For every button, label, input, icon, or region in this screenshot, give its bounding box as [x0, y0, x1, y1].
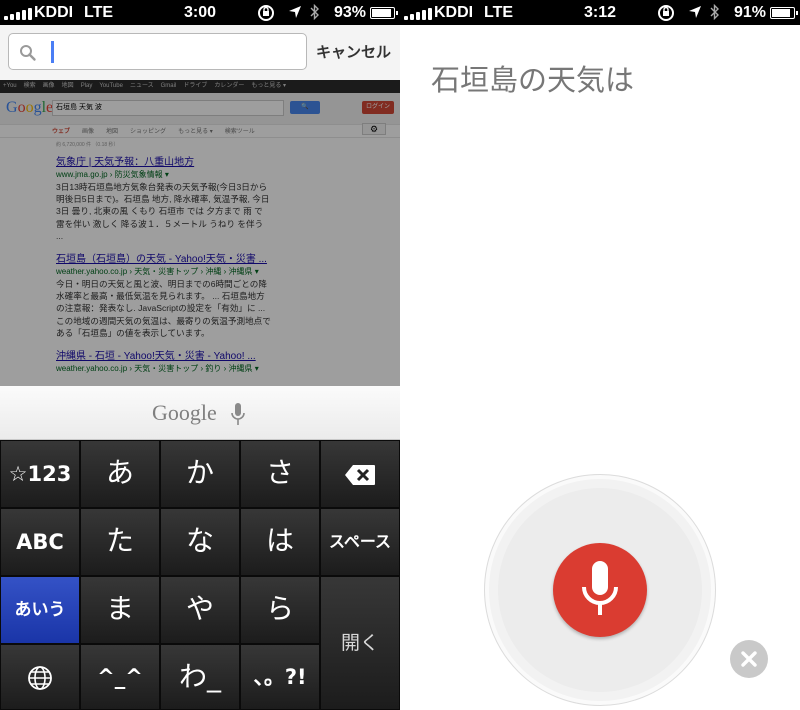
bluetooth-icon [710, 0, 720, 28]
right-screen: KDDI LTE 3:12 91% 石垣島の天気は [400, 0, 800, 710]
globe-icon [28, 666, 52, 690]
battery-icon [770, 7, 798, 19]
location-arrow-icon [688, 0, 702, 27]
globe-key[interactable] [0, 644, 80, 710]
key-kana-mode[interactable]: あいう [0, 576, 80, 644]
key-punctuation[interactable]: 、。?! [240, 644, 320, 710]
close-button[interactable] [730, 640, 768, 678]
location-arrow-icon [288, 0, 302, 27]
cancel-button[interactable]: キャンセル [316, 41, 391, 62]
microphone-icon[interactable] [231, 403, 245, 427]
battery-percent: 91% [733, 4, 766, 21]
microphone-icon [582, 561, 618, 615]
key-symbols-123[interactable]: ☆123 [0, 440, 80, 508]
battery-icon [370, 7, 398, 19]
google-wordmark: Google [152, 400, 217, 425]
status-bar: KDDI LTE 3:00 93% [0, 0, 400, 25]
text-cursor [51, 41, 54, 63]
close-icon [741, 651, 757, 667]
battery-percent: 93% [333, 4, 366, 21]
search-header: キャンセル [0, 25, 400, 80]
search-input[interactable] [8, 33, 307, 70]
left-screen: KDDI LTE 3:00 93% キャンセル +You 検索 画像 地図 Play Yo… [0, 0, 400, 710]
key-ya[interactable]: や [160, 576, 240, 644]
key-ta[interactable]: た [80, 508, 160, 576]
space-key[interactable]: スペース [320, 508, 400, 576]
key-emoticon[interactable]: ^_^ [80, 644, 160, 710]
voice-search-mic-button[interactable] [553, 543, 647, 637]
key-ka[interactable]: か [160, 440, 240, 508]
open-key[interactable]: 開く [320, 576, 400, 710]
japanese-keyboard: ☆123 あ か さ ABC た な は スペース あいう ま や ら 開く ^… [0, 440, 400, 710]
dim-overlay[interactable] [0, 80, 400, 386]
key-na[interactable]: な [160, 508, 240, 576]
backspace-icon [345, 465, 375, 485]
search-icon [20, 45, 36, 61]
rotation-lock-icon [656, 0, 676, 31]
key-wa[interactable]: わ_ [160, 644, 240, 710]
key-a[interactable]: あ [80, 440, 160, 508]
key-ra[interactable]: ら [240, 576, 320, 644]
key-ha[interactable]: は [240, 508, 320, 576]
key-sa[interactable]: さ [240, 440, 320, 508]
key-ma[interactable]: ま [80, 576, 160, 644]
bluetooth-icon [310, 0, 320, 28]
key-abc[interactable]: ABC [0, 508, 80, 576]
delete-key[interactable] [320, 440, 400, 508]
google-voice-bar: Google [0, 386, 400, 440]
voice-query-text: 石垣島の天気は [431, 63, 635, 97]
status-bar: KDDI LTE 3:12 91% [400, 0, 800, 25]
